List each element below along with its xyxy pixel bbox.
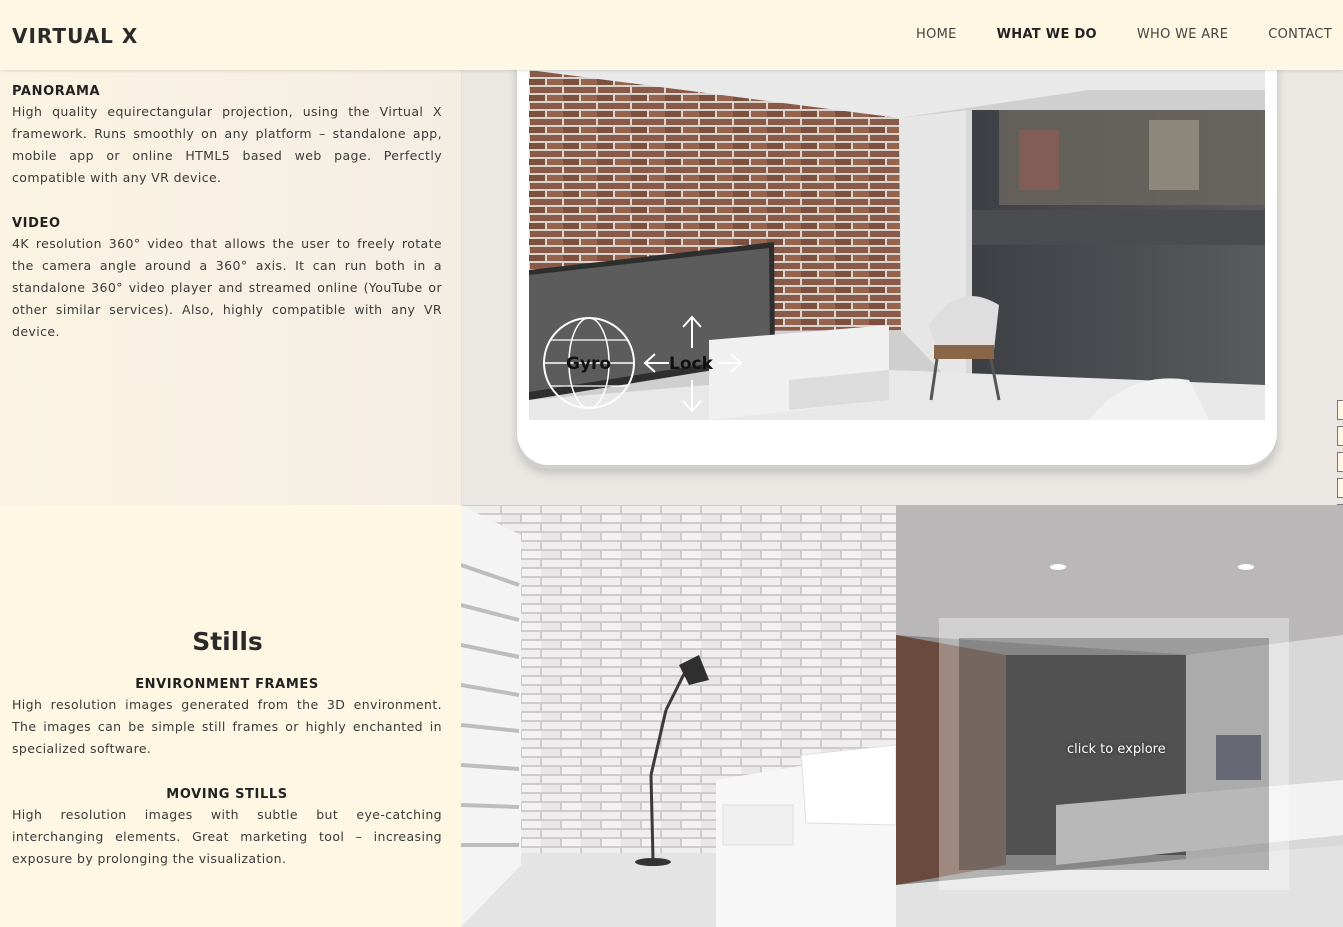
scroll-dot[interactable] [1337, 400, 1343, 420]
still-image-bedroom[interactable] [461, 505, 896, 927]
click-to-explore-label[interactable]: click to explore [1067, 742, 1166, 757]
site-logo[interactable]: VIRTUAL X [12, 24, 138, 48]
nav-what-we-do[interactable]: WHAT WE DO [997, 27, 1097, 42]
bedroom-scene [461, 505, 896, 927]
scroll-dot[interactable] [1337, 478, 1343, 498]
stills-column: Stills ENVIRONMENT FRAMES High resolutio… [0, 505, 461, 927]
moving-stills-text: High resolution images with subtle but e… [12, 807, 442, 866]
nav-contact[interactable]: CONTACT [1268, 27, 1332, 42]
scroll-dot[interactable] [1337, 426, 1343, 446]
still-image-kitchen[interactable] [896, 505, 1343, 927]
panorama-heading: PANORAMA [12, 84, 101, 99]
nav-who-we-are[interactable]: WHO WE ARE [1137, 27, 1228, 42]
moving-stills-section: MOVING STILLS High resolution images wit… [12, 787, 442, 870]
environment-frames-text: High resolution images generated from th… [12, 697, 442, 756]
scroll-dot[interactable] [1337, 452, 1343, 472]
video-text: 4K resolution 360° video that allows the… [12, 236, 442, 339]
kitchen-scene [896, 505, 1343, 927]
video-section: VIDEO 4K resolution 360° video that allo… [12, 216, 442, 343]
video-heading: VIDEO [12, 216, 61, 231]
panorama-viewer[interactable]: Gyro Lock [529, 70, 1265, 420]
panorama-text: High quality equirectangular projection,… [12, 104, 442, 185]
nav-home[interactable]: HOME [916, 27, 957, 42]
main-nav: HOME WHAT WE DO WHO WE ARE CONTACT [916, 27, 1332, 42]
vr-description-column: PANORAMA High quality equirectangular pr… [0, 70, 462, 505]
gyro-label: Gyro [566, 354, 611, 374]
lock-label[interactable]: Lock [669, 354, 714, 374]
environment-frames-heading: ENVIRONMENT FRAMES [135, 677, 319, 692]
stills-title: Stills [192, 627, 263, 656]
panorama-scene: Gyro Lock [529, 70, 1265, 420]
environment-frames-section: ENVIRONMENT FRAMES High resolution image… [12, 677, 442, 760]
panorama-section: PANORAMA High quality equirectangular pr… [12, 84, 442, 189]
site-header: VIRTUAL X HOME WHAT WE DO WHO WE ARE CON… [0, 0, 1343, 70]
moving-stills-heading: MOVING STILLS [166, 787, 288, 802]
